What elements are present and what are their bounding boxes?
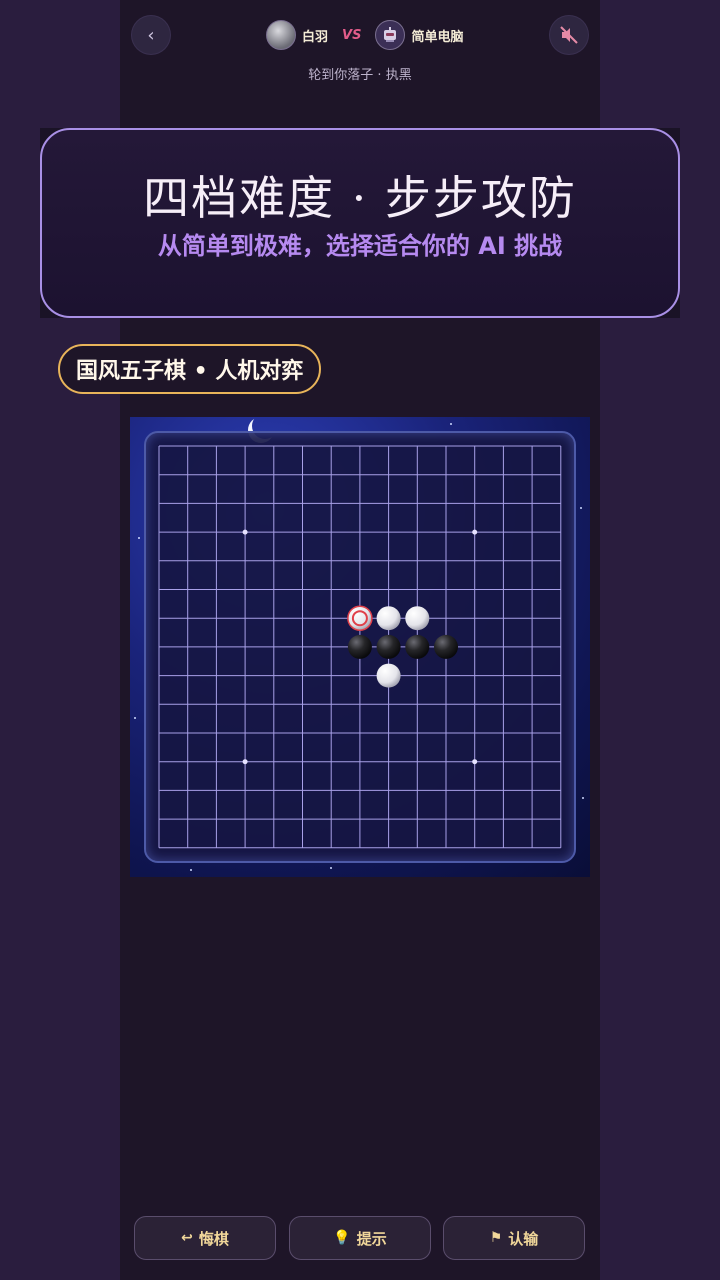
flag-icon: ⚑ bbox=[489, 1230, 503, 1246]
hint-label: 提示 bbox=[356, 1229, 387, 1248]
white-stone bbox=[405, 606, 430, 631]
black-stone bbox=[347, 634, 372, 659]
star-point bbox=[242, 759, 248, 765]
chevron-left-icon: ‹ bbox=[147, 24, 155, 46]
players-bar: 白羽 VS 简单电脑 bbox=[266, 19, 463, 51]
undo-button[interactable]: ↩ 悔棋 bbox=[134, 1216, 276, 1260]
resign-label: 认输 bbox=[508, 1229, 539, 1248]
resign-button[interactable]: ⚑ 认输 bbox=[443, 1216, 585, 1260]
computer-avatar bbox=[375, 20, 406, 50]
mute-button[interactable] bbox=[550, 16, 588, 54]
hint-button[interactable]: 💡 提示 bbox=[289, 1216, 431, 1260]
speaker-muted-icon bbox=[560, 26, 578, 44]
computer-name: 简单电脑 bbox=[411, 29, 464, 45]
black-stone bbox=[405, 634, 430, 659]
white-stone bbox=[376, 606, 401, 631]
star-point bbox=[472, 529, 478, 535]
player-name: 白羽 bbox=[302, 29, 329, 45]
star-point bbox=[472, 759, 478, 765]
undo-label: 悔棋 bbox=[198, 1229, 229, 1248]
banner-title: 四档难度 · 步步攻防 bbox=[143, 171, 577, 225]
star-point bbox=[242, 529, 248, 535]
robot-icon bbox=[384, 27, 397, 42]
banner-subtitle: 从简单到极难，选择适合你的 AI 挑战 bbox=[157, 232, 563, 260]
vs-label: VS bbox=[342, 27, 362, 43]
game-board-area bbox=[130, 417, 590, 877]
player-avatar bbox=[266, 20, 296, 50]
back-button[interactable]: ‹ bbox=[132, 16, 170, 54]
undo-arrow-icon: ↩ bbox=[181, 1230, 193, 1246]
turn-status: 轮到你落子 · 执黑 bbox=[308, 68, 412, 83]
black-stone bbox=[376, 634, 401, 659]
mode-pill: 国风五子棋 • 人机对弈 bbox=[58, 344, 322, 394]
gomoku-board[interactable] bbox=[130, 417, 590, 877]
white-stone bbox=[376, 663, 401, 688]
black-stone bbox=[434, 634, 458, 659]
lightbulb-icon: 💡 bbox=[333, 1230, 351, 1246]
